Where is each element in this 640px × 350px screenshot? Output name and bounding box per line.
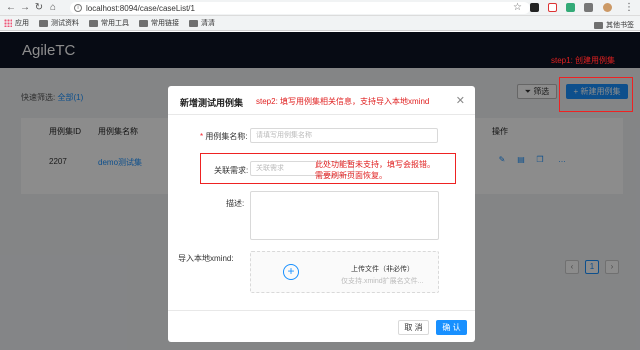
folder-icon [89, 19, 98, 27]
bookmark-star-icon[interactable]: ☆ [513, 2, 522, 13]
menu-icon[interactable]: ⋮ [622, 2, 636, 13]
requirement-warning-line1: 此处功能暂未支持，填写会报错。 [315, 160, 435, 169]
url-text: localhost:8094/case/caseList/1 [86, 3, 195, 13]
forward-icon[interactable]: → [18, 2, 32, 13]
other-bookmarks[interactable]: 其他书签 [594, 20, 634, 30]
step2-annotation: step2: 填写用例集相关信息，支持导入本地xmind [256, 97, 430, 106]
bookmark-label: 应用 [15, 20, 29, 27]
bookmark-folder[interactable]: 清清 [189, 18, 215, 28]
requirement-warning-line2: 需要刷新页面恢复。 [315, 171, 387, 180]
reload-icon[interactable]: ↻ [32, 2, 46, 13]
info-icon[interactable]: i [74, 4, 82, 12]
bookmark-folder[interactable]: 常用工具 [89, 18, 129, 28]
bookmarks-bar: 应用 测试资料 常用工具 常用链接 清清 其他书签 [0, 16, 640, 31]
home-icon[interactable]: ⌂ [46, 2, 60, 13]
browser-toolbar: ← → ↻ ⌂ i localhost:8094/case/caseList/1… [0, 0, 640, 16]
step1-highlight-box [559, 77, 633, 112]
bookmark-label: 清清 [201, 20, 215, 27]
extension-icon[interactable] [548, 3, 557, 12]
xmind-upload-area[interactable]: + 上传文件（非必传） 仅支持.xmind扩展名文件... [250, 251, 439, 293]
folder-icon [139, 19, 148, 27]
extension-icon[interactable] [566, 3, 575, 12]
extension-icon[interactable] [584, 3, 593, 12]
modal-title: 新增测试用例集 [180, 98, 244, 108]
new-case-set-modal: 新增测试用例集 step2: 填写用例集相关信息，支持导入本地xmind ✕ *… [168, 86, 475, 342]
bookmark-folder[interactable]: 常用链接 [139, 18, 179, 28]
divider [168, 310, 475, 311]
apps-grid-icon [4, 19, 12, 27]
divider [168, 114, 475, 115]
upload-title: 上传文件（非必传） [351, 266, 414, 273]
bookmark-label: 常用链接 [151, 20, 179, 27]
close-icon[interactable]: ✕ [456, 94, 465, 107]
name-label: * 用例集名称: [200, 131, 248, 142]
profile-avatar-icon[interactable] [603, 3, 612, 12]
back-icon[interactable]: ← [4, 2, 18, 13]
extension-icon[interactable] [530, 3, 539, 12]
description-textarea[interactable] [250, 191, 439, 240]
description-label: 描述: [226, 199, 245, 208]
bookmark-label: 常用工具 [101, 20, 129, 27]
case-set-name-input[interactable]: 请填写用例集名称 [250, 128, 438, 143]
bookmark-label: 测试资料 [51, 20, 79, 27]
required-mark: * [200, 132, 204, 141]
plus-icon: + [283, 264, 299, 280]
bookmark-label: 其他书签 [606, 22, 634, 29]
cancel-button[interactable]: 取 消 [398, 320, 429, 335]
upload-hint: 仅支持.xmind扩展名文件... [341, 278, 424, 285]
folder-icon [594, 21, 603, 29]
bookmark-folder[interactable]: 测试资料 [39, 18, 79, 28]
confirm-button[interactable]: 确 认 [436, 320, 467, 335]
address-bar[interactable]: i localhost:8094/case/caseList/1 [70, 2, 530, 14]
name-label-text: 用例集名称: [205, 132, 248, 141]
folder-icon [39, 19, 48, 27]
folder-icon [189, 19, 198, 27]
bookmark-apps[interactable]: 应用 [4, 18, 29, 28]
import-xmind-label: 导入本地xmind: [178, 254, 234, 263]
step1-annotation: step1: 创建用例集 [551, 56, 616, 65]
